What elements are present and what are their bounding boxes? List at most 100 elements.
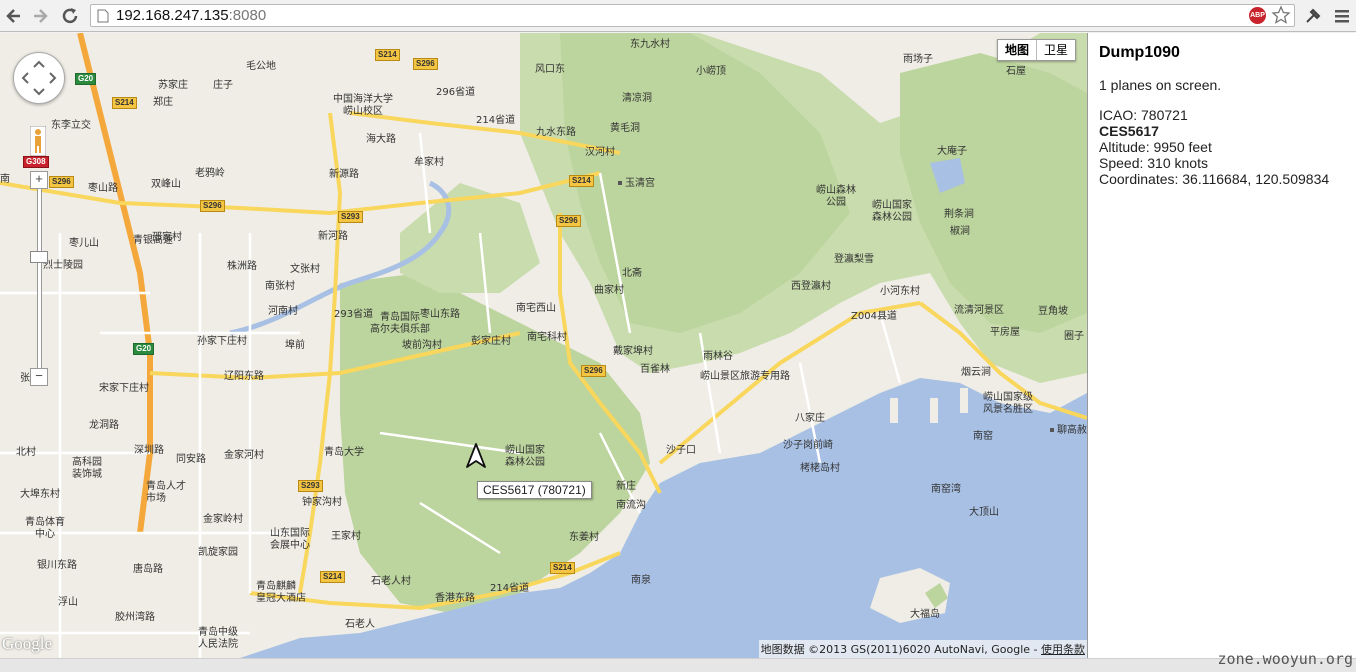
altitude-line: Altitude: 9950 feet [1099,139,1212,155]
terms-link[interactable]: 使用条款 [1041,643,1085,656]
map-label: 银川东路 [37,560,77,571]
zoom-track[interactable] [37,173,42,385]
map-label: 双峰山 [151,179,181,190]
map-label: 青岛人才 市场 [146,481,186,504]
map-type-button[interactable]: 地图 [998,40,1038,60]
map-label: 大顶山 [969,507,999,518]
map-label: 同安路 [176,454,206,465]
menu-icon[interactable] [1333,7,1351,25]
map-label: 小河东村 [880,286,920,297]
page-icon [97,9,109,23]
map-label: 北斋 [622,268,642,279]
attribution-text: 地图数据 ©2013 GS(2011)6020 AutoNavi, Google… [760,643,1041,656]
coordinates-line: Coordinates: 36.116684, 120.509834 [1099,171,1330,187]
forward-icon[interactable] [30,6,50,26]
highway-shield: S214 [375,49,400,61]
map-label: 戴家埠村 [613,346,653,357]
highway-shield: S214 [320,571,345,583]
map-label: 金家岭村 [203,514,243,525]
map-label: 聊高赦村 [1050,425,1087,437]
highway-shield: S296 [581,365,606,377]
star-icon[interactable] [1271,5,1291,25]
map-attribution: 地图数据 ©2013 GS(2011)6020 AutoNavi, Google… [758,640,1087,658]
map-label: 清凉洞 [622,93,652,104]
map-label: 九水东路 [536,127,576,138]
highway-shield: G308 [23,156,49,168]
map-label: 小崂顶 [696,66,726,77]
map-label: 坡前沟村 [402,340,442,351]
highway-shield: G20 [75,73,97,85]
flight-line: CES5617 [1099,123,1356,139]
map-label: 枣山东路 [420,309,460,320]
highway-shield: G20 [133,343,155,355]
map-label: 296省道 [436,87,476,98]
highway-shield: S214 [112,97,137,109]
back-icon[interactable] [4,6,24,26]
map-label: 椒涧 [950,226,970,237]
map-label: 北村 [16,447,36,458]
map-label: 栲栳岛村 [800,463,840,474]
address-bar[interactable]: 192.168.247.135:8080 [90,4,1295,27]
map-label: 东李立交 [51,120,91,131]
zoom-out-button[interactable]: − [30,368,48,386]
map-label: 青岛麒麟 皇冠大酒店 [256,581,306,604]
map-label: 烈士陵园 [43,260,83,271]
map-label: 枣儿山 [69,238,99,249]
map-label: 崂山国家 森林公园 [872,200,912,223]
map-label: 大庵子 [937,146,967,157]
zoom-in-button[interactable]: + [30,171,48,189]
extension-icon[interactable] [1303,6,1323,26]
map-label: 高科园 装饰城 [72,457,102,480]
map-label: 荆条涧 [944,209,974,220]
map-label: 石老人 [345,619,375,630]
map-label: 金家河村 [224,450,264,461]
map-label: 崂山森林 公园 [816,185,856,208]
highway-shield: S214 [550,562,575,574]
pan-arrows-icon [21,60,57,96]
adblock-icon[interactable]: ABP [1249,7,1266,24]
map-label: 凯旋家园 [198,547,238,558]
reload-icon[interactable] [60,6,80,26]
panel-title: Dump1090 [1099,44,1180,61]
map-label: 南窑湾 [931,484,961,495]
map-label: 八家庄 [795,413,825,424]
map-type-control: 地图 卫星 [997,39,1077,61]
map-label: 雨场子 [903,54,933,65]
map-label: 新源路 [329,169,359,180]
satellite-type-button[interactable]: 卫星 [1037,40,1075,60]
plane-label[interactable]: CES5617 (780721) [477,481,592,499]
browser-window: 192.168.247.135:8080 ABP S214 S296 S214 … [0,0,1356,672]
plane-marker-icon[interactable] [465,443,487,469]
map-label: 埠前 [285,340,305,351]
street-view-pegman-icon[interactable] [30,126,46,156]
map-label: 毛公地 [246,61,276,72]
map-label: 南宅西山 [516,303,556,314]
map-label: 庄子 [213,80,233,91]
map-label: 石屋 [1006,66,1026,77]
map-label: 登瀛梨雪 [834,254,874,265]
map-label: 西登瀛村 [791,281,831,292]
zoom-slider-handle[interactable] [30,251,48,263]
map-label: 南张村 [265,281,295,292]
map-label: 沙子岗前崎 [783,440,833,451]
horizontal-scrollbar[interactable] [0,658,1356,672]
map-canvas[interactable]: S214 S296 S214 S296 S296 S293 S214 S296 … [0,33,1087,658]
url-port: :8080 [228,7,267,24]
google-logo: Google [2,634,53,653]
speed-line: Speed: 310 knots [1099,155,1208,171]
highway-shield: S296 [556,215,581,227]
highway-shield: S296 [413,58,438,70]
map-label: 王家村 [331,531,361,542]
map-label: Z004县道 [851,311,897,322]
map-label: 枣山路 [88,183,118,194]
map-label: 浮山 [58,597,78,608]
flight-id: CES5617 [1099,123,1159,139]
map-label: 平房屋 [990,327,1020,338]
map-label: 张 [20,373,30,384]
map-label: 南窑 [973,431,993,442]
map-label: 钟家沟村 [302,497,342,508]
pan-control[interactable] [13,52,65,104]
map-label: 老鸦岭 [195,168,225,179]
map-label: 崂山景区旅游专用路 [700,371,790,382]
map-label: 214省道 [476,115,516,126]
